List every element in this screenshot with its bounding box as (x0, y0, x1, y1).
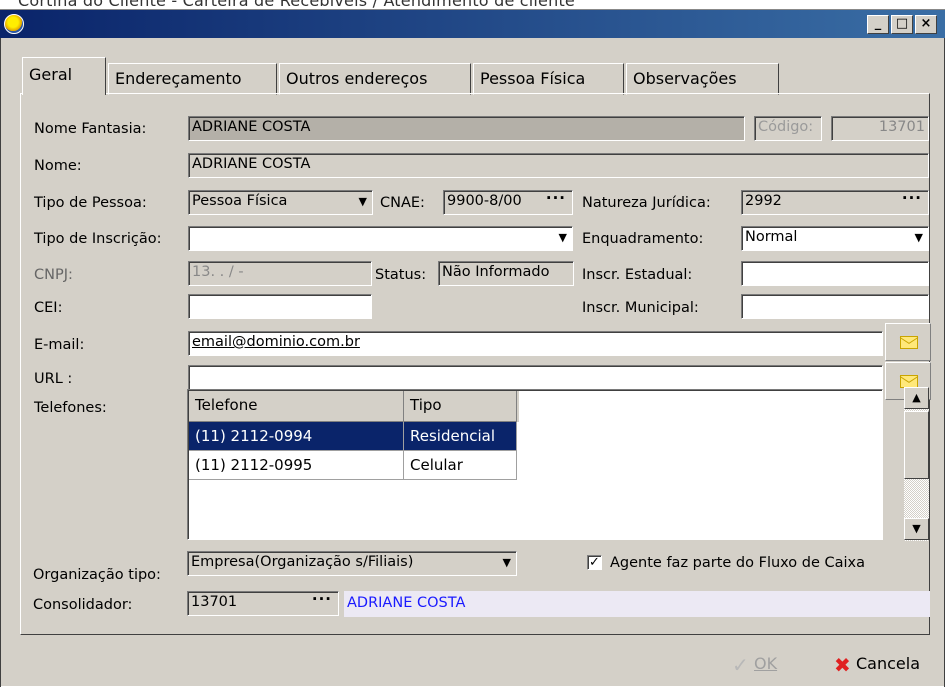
app-icon[interactable] (4, 14, 24, 34)
telefones-label: Telefones: (34, 400, 107, 416)
telefones-scrollbar[interactable]: ▲ ▼ (904, 387, 929, 541)
tab-geral-label: Geral (29, 65, 73, 84)
maximize-button[interactable]: □ (891, 15, 913, 34)
scroll-down-button[interactable]: ▼ (904, 518, 929, 540)
telefones-grid-header: Telefone Tipo (189, 391, 519, 422)
frame-left (0, 10, 4, 687)
nome-label: Nome: (34, 158, 82, 174)
tipo-pessoa-value: Pessoa Física (192, 193, 288, 209)
tab-observacoes-label: Observações (633, 69, 737, 88)
cancel-button-label: Cancela (856, 654, 921, 673)
table-row[interactable]: (11) 2112-0994 Residencial (189, 422, 519, 451)
cei-field[interactable] (188, 294, 372, 319)
window-caption-behind: Cortina do Cliente - Carteira de Recebív… (18, 0, 575, 10)
chevron-down-icon: ▼ (502, 556, 511, 569)
dialog-window: _ □ × Geral Endereçamento Outros endereç… (0, 9, 945, 687)
organizacao-tipo-select[interactable]: Empresa(Organização s/Filiais) ▼ (187, 551, 517, 576)
email-field[interactable]: email@dominio.com.br (188, 331, 883, 356)
tipo-pessoa-label: Tipo de Pessoa: (34, 195, 147, 211)
column-header-telefone[interactable]: Telefone (189, 391, 404, 422)
tab-pessoa-fisica[interactable]: Pessoa Física (473, 63, 624, 95)
title-bar[interactable]: _ □ × (0, 10, 945, 38)
chevron-down-icon: ▼ (358, 195, 367, 208)
check-icon: ✓ (732, 652, 749, 677)
send-email-button[interactable] (885, 323, 931, 361)
organizacao-tipo-value: Empresa(Organização s/Filiais) (191, 554, 414, 570)
url-label: URL : (34, 371, 73, 387)
telefone-cell: (11) 2112-0995 (189, 451, 404, 480)
inscr-municipal-label: Inscr. Municipal: (582, 300, 699, 316)
tab-geral[interactable]: Geral (22, 57, 106, 95)
cnae-label: CNAE: (380, 195, 425, 211)
scroll-up-button[interactable]: ▲ (904, 387, 929, 409)
tipo-cell: Residencial (404, 422, 517, 451)
inscr-estadual-label: Inscr. Estadual: (582, 267, 693, 283)
enquadramento-select[interactable]: Normal ▼ (741, 226, 929, 251)
ellipsis-icon[interactable]: ··· (546, 191, 566, 209)
tipo-cell: Celular (404, 451, 517, 480)
natureza-juridica-field[interactable]: 2992 ··· (741, 190, 929, 215)
codigo-field: 13701 (831, 116, 929, 141)
minimize-button[interactable]: _ (867, 15, 889, 34)
envelope-icon (900, 336, 918, 349)
tab-outros-enderecos-label: Outros endereços (286, 69, 428, 88)
chevron-down-icon: ▼ (914, 231, 923, 244)
consolidador-label: Consolidador: (33, 597, 133, 613)
consolidador-codigo-value: 13701 (191, 594, 238, 610)
nome-fantasia-label: Nome Fantasia: (34, 121, 147, 137)
tab-observacoes[interactable]: Observações (626, 63, 779, 95)
enquadramento-label: Enquadramento: (582, 231, 704, 247)
tab-enderecamento-label: Endereçamento (115, 69, 242, 88)
ok-button[interactable]: ✓ OK (732, 653, 777, 676)
telefone-cell: (11) 2112-0994 (189, 422, 404, 451)
tab-pessoa-fisica-label: Pessoa Física (480, 69, 586, 88)
consolidador-codigo-field[interactable]: 13701 ··· (187, 591, 339, 616)
close-button[interactable]: × (915, 15, 937, 34)
consolidador-nome: ADRIANE COSTA (344, 591, 930, 617)
cnpj-label: CNPJ: (34, 267, 73, 283)
dialog-footer: ✓ OK ✖ Cancela (0, 635, 945, 687)
ok-button-label: OK (754, 654, 778, 673)
tab-enderecamento[interactable]: Endereçamento (108, 63, 277, 95)
natureza-juridica-label: Natureza Jurídica: (582, 195, 711, 211)
cei-label: CEI: (34, 300, 63, 316)
natureza-juridica-value: 2992 (745, 193, 782, 209)
close-icon: ✖ (834, 652, 851, 677)
ellipsis-icon[interactable]: ··· (902, 191, 922, 209)
agente-fluxo-caixa-checkbox[interactable]: ✓ (587, 555, 602, 570)
cancel-button[interactable]: ✖ Cancela (834, 653, 920, 676)
cnae-field[interactable]: 9900-8/00 ··· (443, 190, 573, 215)
cnae-value: 9900-8/00 (447, 193, 522, 209)
codigo-label: Código: (754, 116, 822, 141)
inscr-estadual-field[interactable] (741, 261, 929, 286)
table-row[interactable]: (11) 2112-0995 Celular (189, 451, 519, 480)
ellipsis-icon[interactable]: ··· (312, 592, 332, 610)
status-label: Status: (375, 267, 427, 283)
telefones-grid[interactable]: Telefone Tipo (11) 2112-0994 Residencial… (187, 389, 883, 540)
email-label: E-mail: (34, 337, 85, 353)
status-field: Não Informado (438, 261, 574, 286)
column-header-tipo[interactable]: Tipo (404, 391, 517, 422)
nome-fantasia-field[interactable]: ADRIANE COSTA (188, 116, 745, 141)
tab-outros-enderecos[interactable]: Outros endereços (279, 63, 471, 95)
tipo-pessoa-select[interactable]: Pessoa Física ▼ (188, 190, 373, 215)
enquadramento-value: Normal (745, 229, 798, 245)
agente-fluxo-caixa-label: Agente faz parte do Fluxo de Caixa (610, 555, 866, 571)
chevron-down-icon: ▼ (558, 231, 567, 244)
frame-right (941, 10, 945, 687)
tipo-inscricao-select[interactable]: ▼ (188, 226, 573, 251)
inscr-municipal-field[interactable] (741, 294, 929, 319)
url-field[interactable] (188, 365, 883, 390)
cnpj-field: 13. . / - (188, 261, 372, 286)
nome-field[interactable]: ADRIANE COSTA (188, 153, 929, 178)
organizacao-tipo-label: Organização tipo: (33, 567, 161, 583)
scroll-thumb[interactable] (904, 411, 929, 479)
tipo-inscricao-label: Tipo de Inscrição: (34, 231, 162, 247)
